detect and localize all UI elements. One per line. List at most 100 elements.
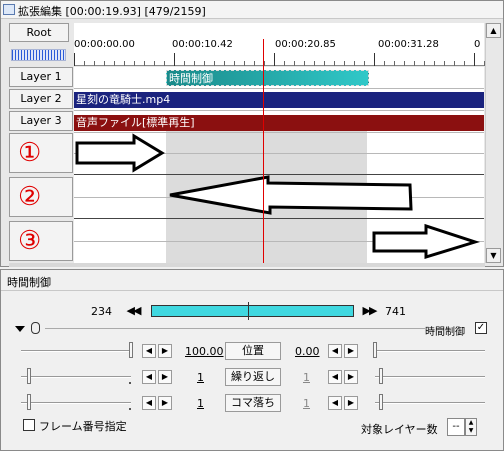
- decrement-button[interactable]: ◀: [142, 370, 156, 384]
- timeline-area[interactable]: 時間制御 星刻の竜騎士.mp4 音声ファイル[標準再生]: [74, 67, 484, 263]
- ruler-tick: [394, 61, 395, 66]
- ruler-tick: [74, 53, 75, 66]
- decrement-button[interactable]: ◀: [328, 396, 342, 410]
- ruler-tick: [474, 53, 475, 66]
- window-title: 拡張編集 [00:00:19.93] [479/2159]: [18, 5, 206, 18]
- position-right-slider[interactable]: [375, 350, 485, 352]
- decrement-button[interactable]: ◀: [328, 370, 342, 384]
- collapse-triangle-icon[interactable]: [15, 326, 25, 332]
- arrow-right-icon: [75, 133, 165, 173]
- frameskip-button[interactable]: コマ落ち: [225, 394, 281, 412]
- ruler-time-label: 00:00:20.85: [275, 39, 336, 50]
- time-control-window: 時間制御 234 ◀◀ ▶▶ 741 時間制御 ✓ ◀ ▶ 100.00 位置 …: [0, 269, 504, 451]
- layer-1-header[interactable]: Layer 1: [9, 67, 73, 87]
- enable-label: 時間制御: [425, 327, 465, 338]
- enable-checkbox[interactable]: ✓: [475, 322, 487, 334]
- ruler-tick: [404, 61, 405, 66]
- tick-dot: [129, 382, 131, 384]
- ruler-tick: [274, 53, 275, 66]
- skip-forward-icon[interactable]: ▶▶: [359, 302, 379, 320]
- ruler-tick: [444, 61, 445, 66]
- slider-knob[interactable]: [27, 394, 31, 410]
- root-button[interactable]: Root: [9, 23, 69, 42]
- frameskip-left-slider[interactable]: [21, 402, 131, 404]
- repeat-left-slider[interactable]: [21, 376, 131, 378]
- time-ruler[interactable]: 00:00:00.00 00:00:10.42 00:00:20.85 00:0…: [74, 23, 485, 66]
- ruler-tick: [194, 61, 195, 66]
- position-start-value[interactable]: 100.00: [185, 345, 224, 358]
- playhead-cursor[interactable]: [263, 39, 264, 263]
- ruler-tick: [304, 61, 305, 66]
- layer-2-header[interactable]: Layer 2: [9, 89, 73, 109]
- layer-6-header[interactable]: ③: [9, 221, 73, 261]
- frame-number-label: フレーム番号指定: [39, 420, 127, 433]
- increment-button[interactable]: ▶: [344, 396, 358, 410]
- ruler-time-label: 00:00:31.28: [378, 39, 439, 50]
- ruler-tick: [344, 61, 345, 66]
- divider-line: [45, 328, 425, 329]
- increment-button[interactable]: ▶: [158, 370, 172, 384]
- ruler-tick: [114, 61, 115, 66]
- slider-knob[interactable]: [27, 368, 31, 384]
- target-layers-label: 対象レイヤー数: [361, 423, 438, 436]
- ruler-tick: [154, 61, 155, 66]
- zoom-meter[interactable]: [11, 49, 66, 61]
- frameskip-start-value[interactable]: 1: [197, 397, 204, 410]
- ruler-tick: [94, 61, 95, 66]
- slider-knob[interactable]: [373, 342, 377, 358]
- ruler-time-label: 00:00:00.00: [74, 39, 135, 50]
- increment-button[interactable]: ▶: [158, 344, 172, 358]
- layer-3-header[interactable]: Layer 3: [9, 111, 73, 131]
- ruler-tick: [244, 61, 245, 66]
- frame-number-checkbox[interactable]: [23, 419, 35, 431]
- increment-button[interactable]: ▶: [344, 344, 358, 358]
- ruler-tick: [214, 61, 215, 66]
- ruler-tick: [224, 61, 225, 66]
- decrement-button[interactable]: ◀: [142, 396, 156, 410]
- repeat-button[interactable]: 繰り返し: [225, 368, 281, 386]
- repeat-start-value[interactable]: 1: [197, 371, 204, 384]
- ruler-tick: [374, 53, 375, 66]
- ruler-tick: [174, 53, 175, 66]
- frameskip-right-slider[interactable]: [375, 402, 485, 404]
- ruler-tick: [424, 61, 425, 66]
- position-left-slider[interactable]: [21, 350, 131, 352]
- target-layers-spinner[interactable]: ▲ ▼: [465, 418, 477, 436]
- ruler-tick: [414, 61, 415, 66]
- skip-back-icon[interactable]: ◀◀: [123, 302, 143, 320]
- ruler-tick: [134, 61, 135, 66]
- repeat-right-slider[interactable]: [375, 376, 485, 378]
- arrow-left-icon: [169, 175, 413, 215]
- decrement-button[interactable]: ◀: [142, 344, 156, 358]
- layer-4-header[interactable]: ①: [9, 133, 73, 173]
- ruler-tick: [204, 61, 205, 66]
- ruler-tick: [124, 61, 125, 66]
- ruler-tick: [254, 61, 255, 66]
- position-button[interactable]: 位置: [225, 342, 281, 360]
- horizontal-scrollbar[interactable]: [9, 263, 485, 267]
- scroll-up-icon[interactable]: ▲: [486, 23, 501, 38]
- target-layers-field[interactable]: --: [447, 418, 465, 436]
- ruler-tick: [164, 61, 165, 66]
- layer-5-header[interactable]: ②: [9, 177, 73, 217]
- slider-knob[interactable]: [129, 342, 133, 358]
- ruler-tick: [464, 61, 465, 66]
- repeat-end-value[interactable]: 1: [303, 371, 310, 384]
- increment-button[interactable]: ▶: [344, 370, 358, 384]
- slider-knob[interactable]: [379, 394, 383, 410]
- window-title: 時間制御: [7, 276, 51, 289]
- slider-knob[interactable]: [379, 368, 383, 384]
- frameskip-end-value[interactable]: 1: [303, 397, 310, 410]
- ruler-tick: [294, 61, 295, 66]
- position-end-value[interactable]: 0.00: [295, 345, 320, 358]
- range-bar[interactable]: [151, 305, 354, 317]
- extended-edit-window: 拡張編集 [00:00:19.93] [479/2159] Root 00:00…: [0, 0, 504, 267]
- ruler-tick: [284, 61, 285, 66]
- ruler-tick: [104, 61, 105, 66]
- increment-button[interactable]: ▶: [158, 396, 172, 410]
- range-start-frame: 234: [91, 305, 112, 318]
- arrow-right-icon: [372, 223, 480, 260]
- scroll-down-icon[interactable]: ▼: [486, 248, 501, 263]
- decrement-button[interactable]: ◀: [328, 344, 342, 358]
- vertical-scrollbar[interactable]: ▲ ▼: [485, 23, 501, 263]
